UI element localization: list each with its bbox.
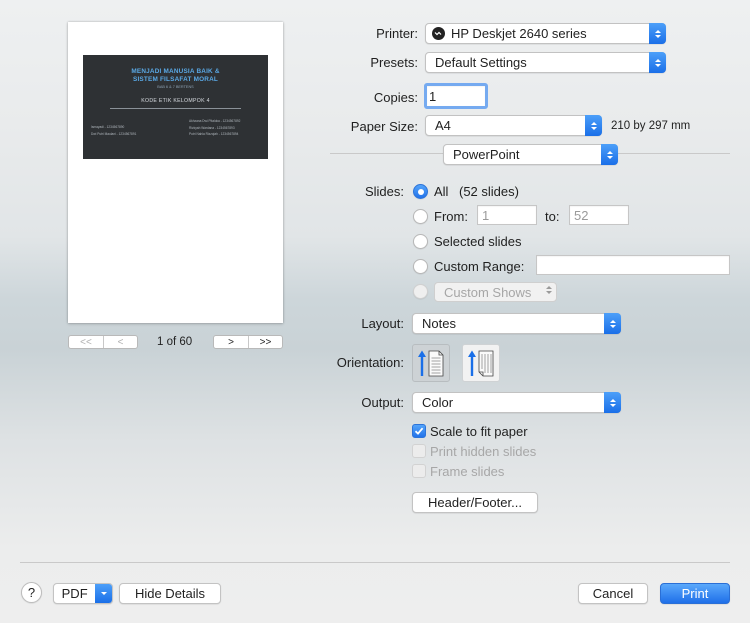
slides-label: Slides: <box>364 184 404 199</box>
layout-value: Notes <box>422 316 456 331</box>
cancel-button[interactable]: Cancel <box>578 583 648 604</box>
landscape-orientation-button[interactable] <box>462 344 500 382</box>
printer-value: HP Deskjet 2640 series <box>451 26 587 41</box>
popup-arrows-icon <box>649 52 666 73</box>
portrait-orientation-button[interactable] <box>412 344 450 382</box>
slides-selected-radio[interactable] <box>413 234 428 249</box>
copies-input[interactable]: 1 <box>424 83 488 109</box>
pdf-label: PDF <box>61 586 88 601</box>
help-button[interactable]: ? <box>21 582 42 603</box>
popup-arrows-icon <box>585 115 602 136</box>
next-page-button[interactable]: > <box>214 336 248 348</box>
slides-to-input[interactable]: 52 <box>569 205 629 225</box>
presets-value: Default Settings <box>435 55 527 70</box>
paper-dimensions: 210 by 297 mm <box>611 120 691 132</box>
print-preview-page: MENJADI MANUSIA BAIK & SISTEM FILSAFAT M… <box>68 22 283 323</box>
chevron-down-icon <box>95 584 112 603</box>
layout-popup[interactable]: Notes <box>412 313 621 334</box>
popup-arrows-icon <box>604 392 621 413</box>
preview-nav-forward: > >> <box>213 335 283 349</box>
custom-shows-label: Custom Shows <box>444 284 532 300</box>
slide-thumbnail: MENJADI MANUSIA BAIK & SISTEM FILSAFAT M… <box>83 55 268 159</box>
pdf-menu-button[interactable]: PDF <box>53 583 113 604</box>
header-footer-button[interactable]: Header/Footer... <box>412 492 538 513</box>
slide-title-line1: MENJADI MANUSIA BAIK & <box>131 68 220 75</box>
copies-label: Copies: <box>373 90 418 105</box>
landscape-orientation-icon <box>468 350 494 377</box>
presets-label: Presets: <box>370 55 418 70</box>
scale-to-fit-label: Scale to fit paper <box>430 424 528 439</box>
page-count: 1 of 60 <box>157 336 193 348</box>
footer-separator <box>20 562 730 563</box>
layout-label: Layout: <box>361 316 404 331</box>
slide-name: Dwi Putri Maulani - 1234567891 <box>91 131 137 136</box>
paper-size-label: Paper Size: <box>350 119 418 134</box>
output-value: Color <box>422 395 454 410</box>
scale-to-fit-checkbox[interactable] <box>412 424 426 438</box>
slides-custom-range-label: Custom Range: <box>434 259 525 274</box>
slide-name: Putri Nahla Rizzqiah - 1234567894 <box>189 132 239 136</box>
slides-from-radio[interactable] <box>413 209 428 224</box>
slide-subtitle: BAB 6 & 7 BERTENS <box>157 85 194 89</box>
slides-custom-shows-radio[interactable] <box>413 284 428 299</box>
frame-slides-label: Frame slides <box>430 464 505 479</box>
slides-all-label: All <box>434 184 449 199</box>
printer-popup[interactable]: HP Deskjet 2640 series <box>425 23 666 44</box>
hide-details-button[interactable]: Hide Details <box>119 583 221 604</box>
slides-to-label: to: <box>545 209 560 224</box>
last-page-button[interactable]: >> <box>248 336 282 348</box>
slide-name: Akhzana Dwi Pitaloka - 1234567892 <box>189 119 241 123</box>
first-page-button[interactable]: << <box>69 336 103 348</box>
custom-shows-popup[interactable]: Custom Shows <box>434 282 557 302</box>
section-popup[interactable]: PowerPoint <box>443 144 618 165</box>
paper-size-popup[interactable]: A4 <box>425 115 602 136</box>
presets-popup[interactable]: Default Settings <box>425 52 666 73</box>
printer-label: Printer: <box>376 26 418 41</box>
custom-range-input[interactable] <box>536 255 730 275</box>
paper-size-value: A4 <box>435 118 451 133</box>
slides-from-input[interactable]: 1 <box>477 205 537 225</box>
orientation-label: Orientation: <box>336 355 404 370</box>
portrait-orientation-icon <box>418 350 444 377</box>
preview-nav-back: << < <box>68 335 138 349</box>
slide-group: KODE ETIK KELOMPOK 4 <box>141 98 210 104</box>
slides-from-label: From: <box>434 209 468 224</box>
section-value: PowerPoint <box>453 147 520 162</box>
popup-arrows-icon <box>649 23 666 44</box>
slide-names-right: Akhzana Dwi Pitaloka - 1234567892 Rizkya… <box>189 118 240 138</box>
print-hidden-checkbox[interactable] <box>412 444 426 458</box>
output-popup[interactable]: Color <box>412 392 621 413</box>
output-label: Output: <box>361 395 404 410</box>
slide-names-left: Ismayadi - 1234567890 Dwi Putri Maulani … <box>91 124 136 137</box>
slides-custom-range-radio[interactable] <box>413 259 428 274</box>
frame-slides-checkbox[interactable] <box>412 464 426 478</box>
slides-selected-label: Selected slides <box>434 234 522 249</box>
slides-all-count: (52 slides) <box>459 184 519 199</box>
popup-arrows-icon <box>601 144 618 165</box>
popup-arrows-icon <box>604 313 621 334</box>
print-button[interactable]: Print <box>660 583 730 604</box>
slide-divider <box>110 108 241 109</box>
print-hidden-label: Print hidden slides <box>430 444 537 459</box>
slides-all-radio[interactable] <box>413 184 428 199</box>
previous-page-button[interactable]: < <box>103 336 137 348</box>
printer-status-icon <box>432 27 445 40</box>
checkmark-icon <box>414 427 424 435</box>
popup-arrows-icon <box>546 286 552 294</box>
slide-title-line2: SISTEM FILSAFAT MORAL <box>132 76 219 83</box>
